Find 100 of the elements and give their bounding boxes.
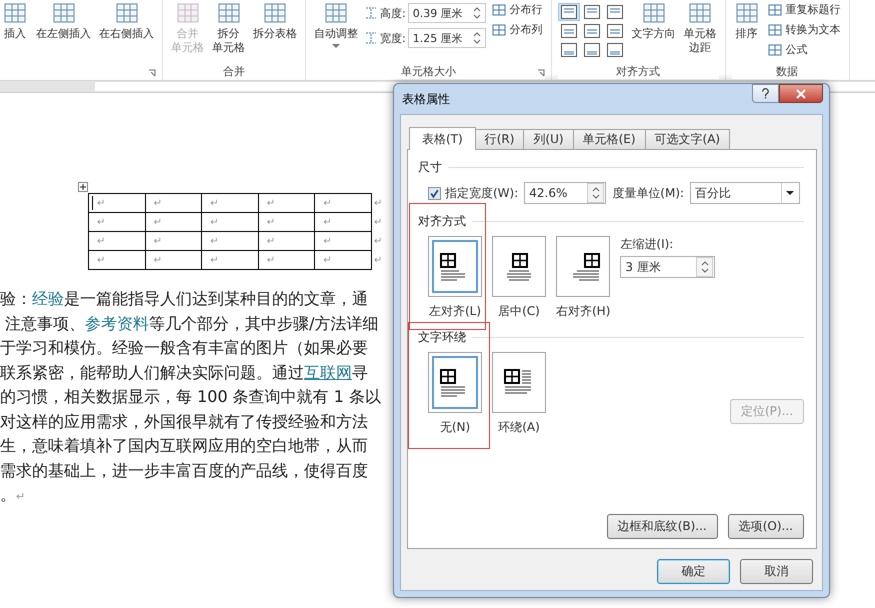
paragraph-mark: ↵ [323,236,332,246]
option-label: 无(N) [440,419,470,436]
align-icon [606,5,623,19]
align-icon [606,24,623,38]
paragraph-mark: ↵ [97,254,106,266]
paragraph-mark: ↵ [154,216,162,228]
spinner-icon[interactable] [587,183,604,203]
paragraph-mark: ↵ [154,254,162,266]
width-checkbox[interactable]: 指定宽度(W): [428,184,518,202]
resize-icon [364,6,378,20]
ribbon-button[interactable]: 文字方向 [630,1,678,41]
paragraph-mark: ↵ [266,198,276,208]
paragraph-mark: ↵ [154,236,162,246]
ribbon-button[interactable]: 排序 [732,1,762,41]
close-button[interactable] [779,84,823,103]
tab[interactable]: 行(R) [474,129,524,149]
table-icon [174,1,200,25]
alignment-option[interactable] [428,236,482,297]
paragraph-mark: ↵ [266,254,276,266]
paragraph-mark: ↵ [323,216,332,228]
spinner-icon[interactable] [696,257,714,277]
group-label: 合并 [223,64,245,78]
row-end-mark: ↵ [374,236,382,246]
ok-button[interactable]: 确定 [657,559,730,584]
check-icon [429,188,440,198]
help-button[interactable] [752,84,779,103]
alignment-option[interactable] [556,236,610,297]
tab[interactable]: 表格(T) [409,127,476,150]
table-icon [768,2,782,16]
size-field[interactable]: 1.25 厘米 [408,28,486,48]
section-heading: 对齐方式 [418,212,466,230]
paragraph-mark: ↵ [154,198,162,208]
dialog-launcher-icon[interactable] [536,69,545,77]
align-button[interactable] [558,3,580,21]
group-label: 单元格大小 [400,64,456,78]
ribbon-button[interactable]: 分布列 [490,21,545,38]
paragraph-mark: ↵ [266,216,276,228]
paragraph-mark: ↵ [323,198,332,208]
ribbon-button[interactable]: 拆分表格 [251,1,299,41]
text-cursor [92,196,93,210]
paragraph-line: 生，意味着填补了国内互联网应用的空白地带，从而 [0,435,368,457]
option-label: 右对齐(H) [556,303,610,320]
ribbon-button[interactable]: 自动调整 [312,1,360,48]
dialog-button[interactable]: 边框和底纹(B)... [606,514,718,539]
paragraph-mark: ↵ [210,236,219,246]
cancel-button[interactable]: 取消 [740,559,813,584]
dialog-button[interactable]: 选项(O)... [728,514,804,539]
paragraph-mark: ↵ [97,198,106,208]
row-end-mark: ↵ [374,254,382,266]
paragraph-mark: ↵ [97,236,106,246]
align-icon [606,43,623,57]
paragraph-mark: ↵ [210,198,219,208]
ribbon-button[interactable]: 分布行 [490,1,545,18]
paragraph-mark: ↵ [323,254,332,266]
table-icon [216,1,242,25]
align-icon [584,24,600,38]
table-icon [768,22,782,36]
table-icon [687,1,714,25]
tab[interactable]: 列(U) [523,129,574,149]
link[interactable]: 互联网 [304,362,352,382]
ribbon-button[interactable]: 在右侧插入 [97,1,156,41]
align-icon [584,43,600,57]
checkbox[interactable] [428,186,441,200]
ribbon-button[interactable]: 重复标题行 [766,1,843,18]
paragraph-line: 对这样的应用需求，外国很早就有了传授经验和方法 [0,410,368,432]
paragraph-mark: ↵ [266,236,276,246]
tab[interactable]: 单元格(E) [572,129,646,149]
paragraph-line: 联系紧密，能帮助人们解决实际问题。通过互联网寻 [0,362,368,384]
alignment-option[interactable] [492,236,546,297]
paragraph-line: 注意事项、参考资料等几个部分，其中步骤/方法详细 [4,312,378,334]
checkbox-label: 指定宽度(W): [445,184,518,202]
wrapping-option[interactable] [492,352,546,413]
group-label: 对齐方式 [616,64,660,78]
size-field[interactable]: 0.39 厘米 [408,3,486,23]
move-handle-icon[interactable] [78,182,88,192]
ribbon-button[interactable]: 单元格 边距 [682,1,719,55]
ribbon-button[interactable]: 公式 [766,41,843,58]
indent-field[interactable]: 3 厘米 [620,256,716,278]
table-icon [2,1,28,25]
unit-dropdown[interactable]: 百分比 [690,182,800,204]
wrapping-option[interactable] [428,352,482,413]
group-label: 数据 [776,64,798,78]
dropdown-arrow-icon [786,191,794,195]
field-label: 高度: [380,6,406,20]
close-icon [796,88,806,98]
dialog-launcher-icon[interactable] [148,69,156,77]
link[interactable]: 参考资料 [85,314,150,332]
ribbon-button[interactable]: 拆分 单元格 [210,1,247,55]
paragraph-mark: ↵ [97,216,106,228]
field-label: 宽度: [380,30,406,46]
align-icon [560,43,577,57]
table-icon [262,1,288,25]
ribbon-button[interactable]: 插入 [0,1,30,41]
align-icon [560,24,577,38]
ribbon-button[interactable]: 转换为文本 [766,21,843,38]
spinner-icon [472,6,481,20]
tab[interactable]: 可选文字(A) [644,129,730,149]
ribbon-button[interactable]: 在左侧插入 [34,1,93,41]
width-field[interactable]: 42.6% [524,182,606,204]
link[interactable]: 经验 [32,289,64,308]
